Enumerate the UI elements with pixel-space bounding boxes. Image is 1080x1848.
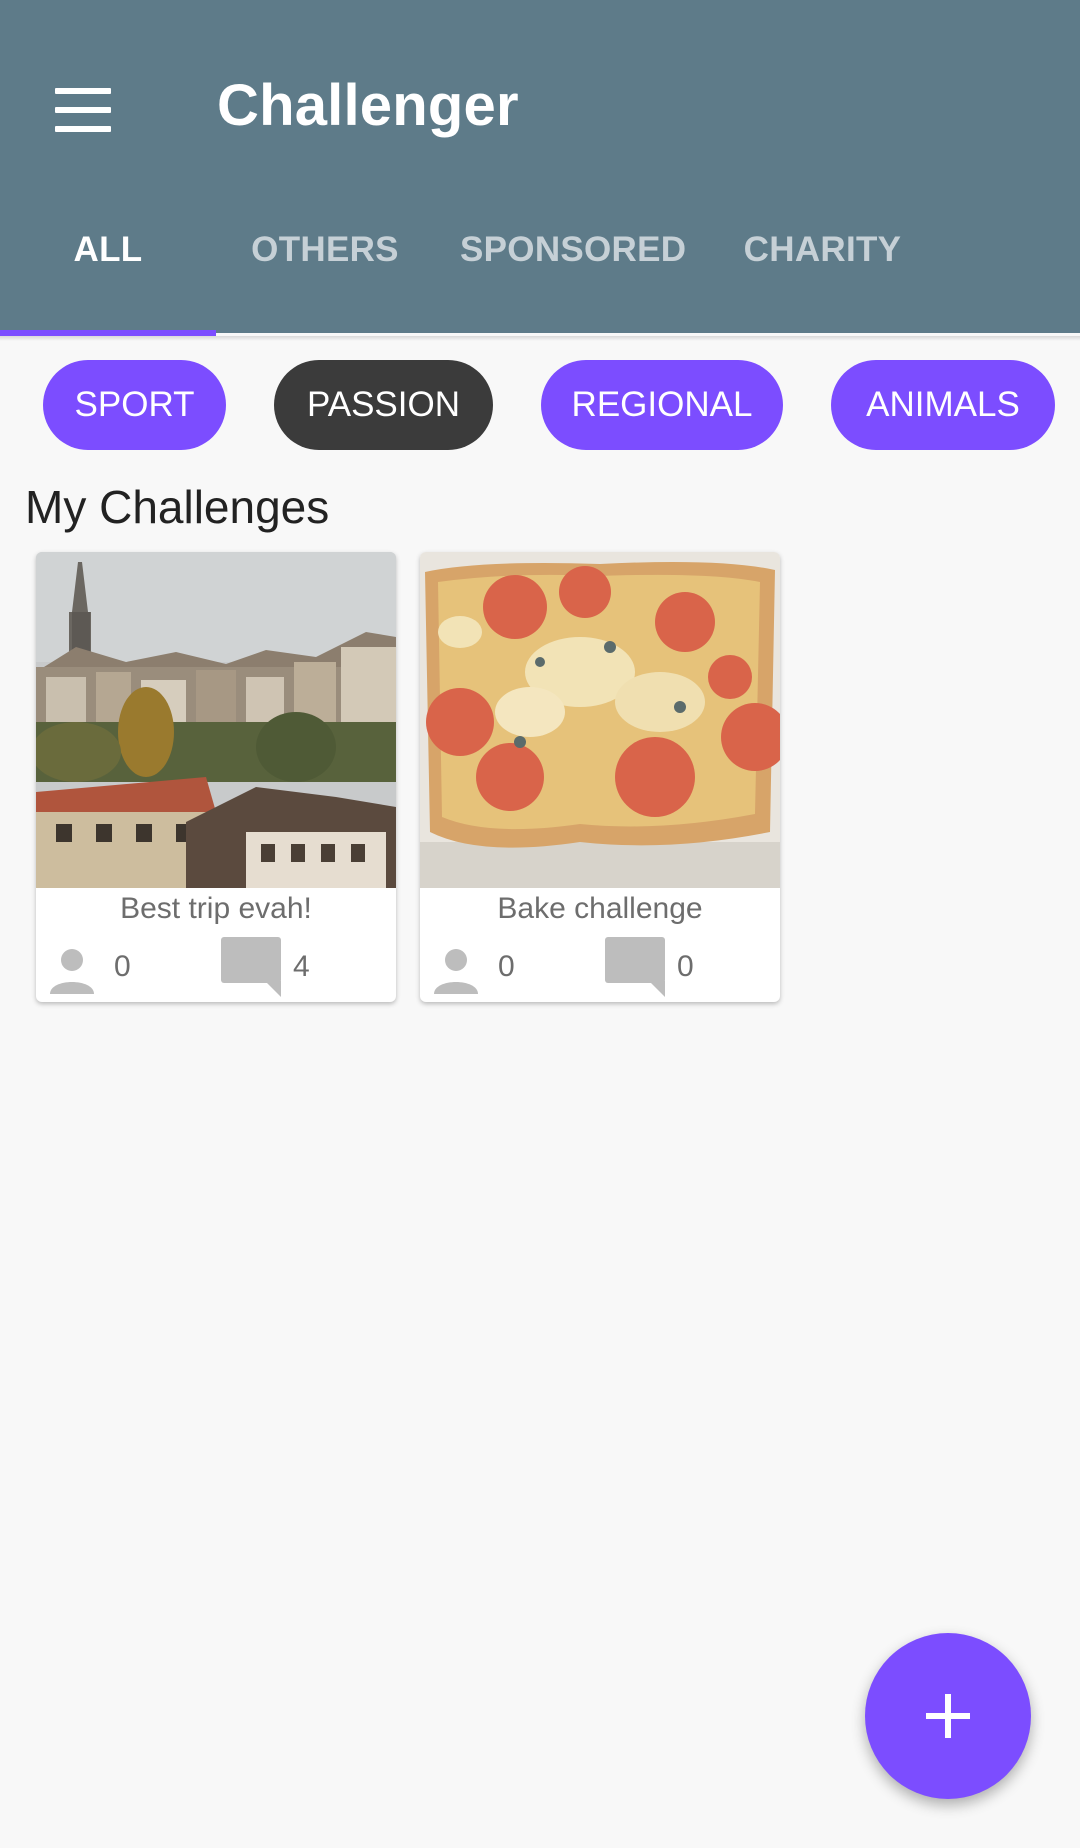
tab-charity[interactable]: CHARITY xyxy=(735,230,910,300)
pizza-photo xyxy=(420,552,780,888)
tab-bar: ALL OTHERS SPONSORED CHARITY xyxy=(0,230,1080,330)
comment-icon xyxy=(221,937,281,997)
tab-all[interactable]: ALL xyxy=(48,230,168,300)
person-icon xyxy=(434,949,478,994)
city-photo xyxy=(36,552,396,888)
challenge-title: Bake challenge xyxy=(497,892,703,925)
tab-others[interactable]: OTHERS xyxy=(240,230,410,300)
add-challenge-button[interactable] xyxy=(865,1633,1031,1799)
hamburger-menu-icon[interactable] xyxy=(40,70,128,150)
challenge-title: Best trip evah! xyxy=(120,892,312,925)
app-title: Challenger xyxy=(217,73,519,138)
challenge-card[interactable]: Best trip evah! 0 4 xyxy=(36,552,396,1002)
section-title: My Challenges xyxy=(25,481,330,533)
tab-sponsored[interactable]: SPONSORED xyxy=(460,230,686,300)
person-icon xyxy=(50,949,94,994)
comments-count: 0 xyxy=(677,950,694,983)
comment-icon xyxy=(605,937,665,997)
chip-animals[interactable]: ANIMALS xyxy=(831,360,1055,450)
comments-count: 4 xyxy=(293,950,310,983)
chip-passion[interactable]: PASSION xyxy=(274,360,493,450)
challenge-card[interactable]: Bake challenge 0 0 xyxy=(420,552,780,1002)
chip-sport[interactable]: SPORT xyxy=(43,360,226,450)
app-bar: Challenger ALL OTHERS SPONSORED CHARITY xyxy=(0,0,1080,333)
participants-count: 0 xyxy=(498,950,515,983)
chip-regional[interactable]: REGIONAL xyxy=(541,360,783,450)
participants-count: 0 xyxy=(114,950,131,983)
tab-bar-shadow xyxy=(0,336,1080,341)
